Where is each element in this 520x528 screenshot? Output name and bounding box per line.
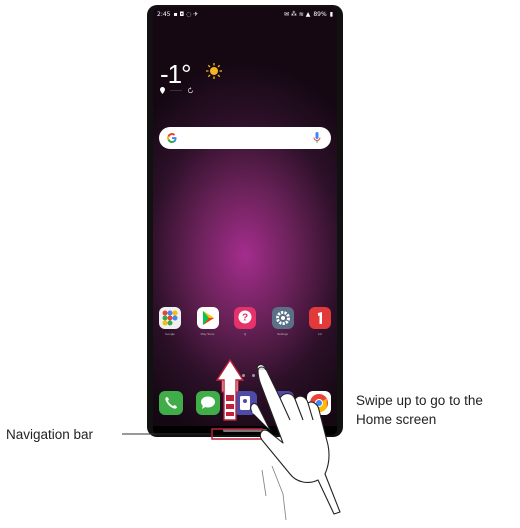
swipe-callout-line2: Home screen bbox=[356, 412, 436, 427]
navigation-bar-highlight bbox=[211, 428, 263, 440]
navigation-bar-callout: Navigation bar bbox=[6, 427, 94, 442]
swipe-up-arrow-icon bbox=[215, 358, 245, 421]
swipe-callout-line1: Swipe up to go to the bbox=[356, 393, 483, 408]
annotation-overlay: Swipe up to go to the Home screen Naviga… bbox=[6, 358, 483, 521]
hand-gesture-icon bbox=[250, 364, 341, 521]
